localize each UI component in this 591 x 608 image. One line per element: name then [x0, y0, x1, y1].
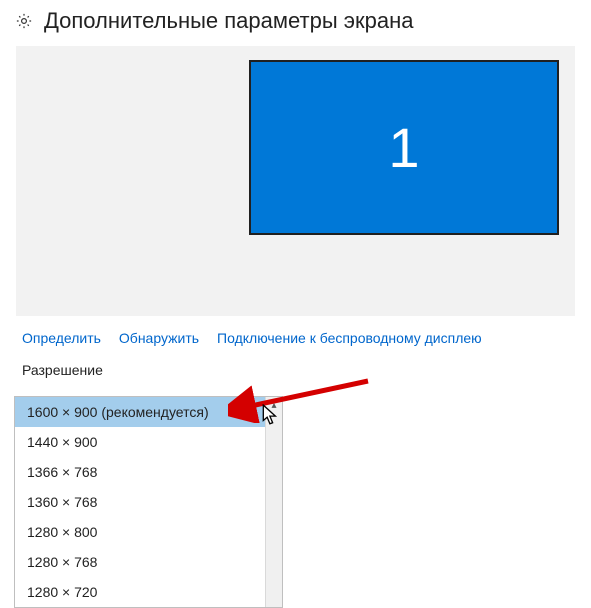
resolution-option[interactable]: 1366 × 768 — [15, 457, 265, 487]
resolution-option[interactable]: 1440 × 900 — [15, 427, 265, 457]
wireless-display-link[interactable]: Подключение к беспроводному дисплею — [217, 330, 482, 346]
resolution-option[interactable]: 1280 × 768 — [15, 547, 265, 577]
display-preview-panel: 1 — [16, 46, 575, 316]
scroll-up-icon[interactable]: ▴ — [266, 397, 282, 414]
resolution-label: Разрешение — [6, 356, 585, 384]
dropdown-scrollbar[interactable]: ▴ — [265, 397, 282, 607]
resolution-dropdown[interactable]: ▴ 1600 × 900 (рекомендуется)1440 × 90013… — [14, 396, 283, 608]
monitor-tile-1[interactable]: 1 — [249, 60, 559, 235]
identify-link[interactable]: Определить — [22, 330, 101, 346]
action-links: Определить Обнаружить Подключение к бесп… — [6, 316, 585, 356]
resolution-option[interactable]: 1280 × 800 — [15, 517, 265, 547]
page-title: Дополнительные параметры экрана — [44, 8, 413, 34]
gear-icon — [14, 11, 34, 31]
detect-link[interactable]: Обнаружить — [119, 330, 199, 346]
resolution-option[interactable]: 1600 × 900 (рекомендуется) — [15, 397, 265, 427]
monitor-number: 1 — [388, 115, 419, 180]
resolution-option[interactable]: 1360 × 768 — [15, 487, 265, 517]
header: Дополнительные параметры экрана — [6, 4, 585, 42]
resolution-option[interactable]: 1280 × 720 — [15, 577, 265, 607]
